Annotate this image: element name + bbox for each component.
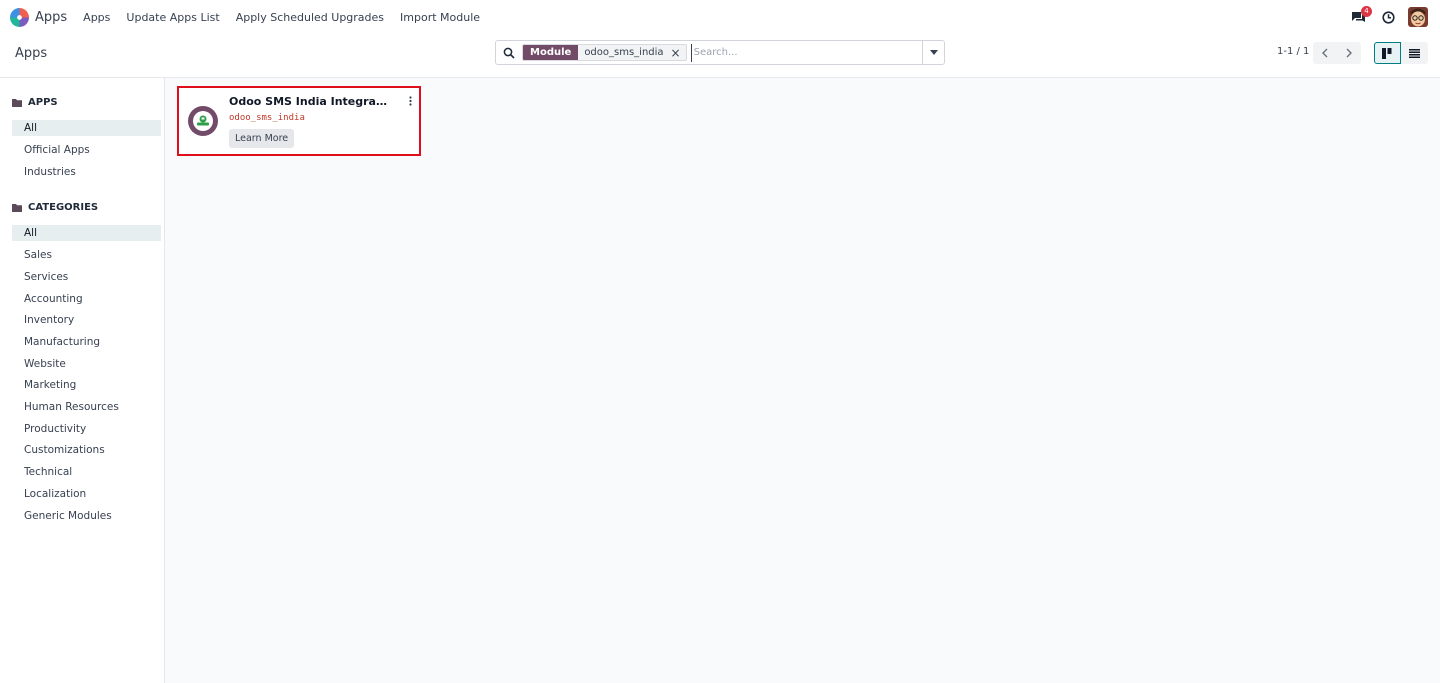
category-inventory[interactable]: Inventory	[12, 312, 161, 328]
list-view-button[interactable]	[1401, 42, 1428, 64]
folder-icon	[12, 203, 22, 212]
chevron-left-icon	[1322, 48, 1328, 58]
apps-filter-industries[interactable]: Industries	[12, 164, 161, 180]
control-panel: Apps Module odoo_sms_india × 1-1 / 1	[0, 34, 1440, 78]
vertical-ellipsis-icon	[408, 96, 412, 106]
chevron-right-icon	[1346, 48, 1352, 58]
search-input[interactable]	[690, 43, 922, 62]
menu-update-apps-list[interactable]: Update Apps List	[126, 11, 219, 24]
module-technical-name: odoo_sms_india	[229, 113, 305, 123]
pager-next-button[interactable]	[1337, 42, 1361, 64]
search-facet: Module odoo_sms_india ×	[522, 44, 687, 61]
facet-value: odoo_sms_india	[578, 45, 669, 60]
categories-section-title: CATEGORIES	[28, 202, 99, 213]
apps-section-header: APPS	[12, 97, 58, 108]
category-generic-modules[interactable]: Generic Modules	[12, 508, 161, 524]
user-avatar[interactable]	[1408, 7, 1428, 27]
search-panel: APPS All Official Apps Industries CATEGO…	[0, 78, 165, 683]
kanban-view: Odoo SMS India Integration odoo_sms_indi…	[165, 78, 1440, 683]
category-all[interactable]: All	[12, 225, 161, 241]
main-menu: Apps Update Apps List Apply Scheduled Up…	[75, 11, 488, 24]
categories-section-header: CATEGORIES	[12, 202, 98, 213]
category-marketing[interactable]: Marketing	[12, 377, 161, 393]
search-icon[interactable]	[498, 47, 520, 59]
module-icon	[188, 106, 218, 136]
caret-down-icon	[929, 50, 938, 55]
app-name: Apps	[35, 9, 68, 25]
breadcrumb: Apps	[15, 46, 48, 61]
card-dropdown-toggle[interactable]	[405, 94, 415, 108]
category-sales[interactable]: Sales	[12, 247, 161, 263]
chat-counter-badge: 4	[1361, 6, 1372, 17]
module-title: Odoo SMS India Integration	[229, 95, 389, 108]
list-icon	[1409, 48, 1420, 58]
sms-module-icon	[197, 115, 209, 126]
category-manufacturing[interactable]: Manufacturing	[12, 334, 161, 350]
top-navbar: Apps Apps Update Apps List Apply Schedul…	[0, 0, 1440, 34]
category-human-resources[interactable]: Human Resources	[12, 399, 161, 415]
category-services[interactable]: Services	[12, 269, 161, 285]
search-bar[interactable]: Module odoo_sms_india ×	[495, 40, 945, 65]
app-brand[interactable]: Apps	[10, 7, 68, 27]
activity-menu[interactable]	[1378, 7, 1398, 27]
menu-apps[interactable]: Apps	[83, 11, 110, 24]
facet-label: Module	[523, 45, 579, 60]
messaging-menu[interactable]: 4	[1348, 6, 1372, 27]
kanban-view-button[interactable]	[1374, 42, 1401, 64]
clock-icon	[1381, 10, 1395, 24]
category-customizations[interactable]: Customizations	[12, 442, 161, 458]
pager-value[interactable]: 1-1 / 1	[1277, 46, 1309, 57]
category-technical[interactable]: Technical	[12, 464, 161, 480]
user-avatar-icon	[1408, 7, 1428, 27]
category-productivity[interactable]: Productivity	[12, 421, 161, 437]
facet-remove-icon[interactable]: ×	[668, 45, 686, 60]
apps-filter-all[interactable]: All	[12, 120, 161, 136]
menu-apply-scheduled-upgrades[interactable]: Apply Scheduled Upgrades	[236, 11, 384, 24]
apps-filter-official[interactable]: Official Apps	[12, 142, 161, 158]
menu-import-module[interactable]: Import Module	[400, 11, 480, 24]
category-accounting[interactable]: Accounting	[12, 291, 161, 307]
category-localization[interactable]: Localization	[12, 486, 161, 502]
kanban-icon	[1382, 47, 1392, 59]
pager-previous-button[interactable]	[1313, 42, 1337, 64]
apps-section-title: APPS	[28, 97, 58, 108]
odoo-apps-logo-icon	[10, 7, 29, 27]
module-card[interactable]: Odoo SMS India Integration odoo_sms_indi…	[177, 86, 421, 156]
category-website[interactable]: Website	[12, 356, 161, 372]
systray: 4	[1338, 0, 1428, 34]
search-options-toggle[interactable]	[922, 41, 944, 64]
learn-more-button[interactable]: Learn More	[229, 129, 295, 148]
folder-icon	[12, 98, 22, 107]
